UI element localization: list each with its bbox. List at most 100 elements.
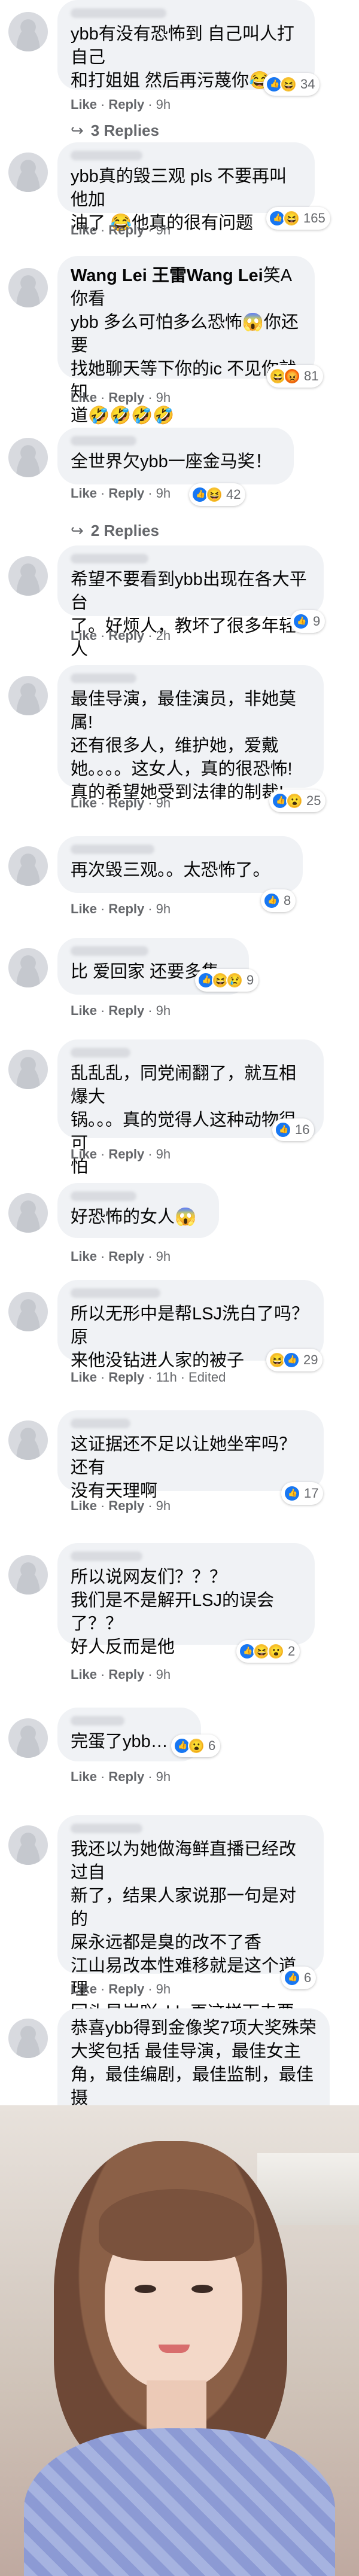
avatar[interactable] xyxy=(8,1718,48,1758)
reaction-summary[interactable]: 6 xyxy=(281,1967,317,1989)
reaction-summary[interactable]: 16 xyxy=(272,1118,315,1141)
comment-time[interactable]: 9h xyxy=(156,1498,171,1513)
reaction-summary[interactable]: 9 xyxy=(195,969,259,992)
comment-time[interactable]: 9h xyxy=(156,97,171,112)
author-name-blurred xyxy=(71,1048,130,1057)
comment-time[interactable]: 9h xyxy=(156,222,171,237)
reply-link[interactable]: Reply xyxy=(108,1003,144,1018)
separator: · xyxy=(148,1769,153,1784)
separator: · xyxy=(148,390,153,405)
reply-link[interactable]: Reply xyxy=(108,390,144,405)
avatar[interactable] xyxy=(8,1050,48,1089)
like-link[interactable]: Like xyxy=(71,1498,97,1513)
avatar[interactable] xyxy=(8,153,48,192)
reply-link[interactable]: Reply xyxy=(108,1249,144,1264)
author-name-blurred xyxy=(71,1716,124,1726)
like-link[interactable]: Like xyxy=(71,390,97,405)
author-name-blurred xyxy=(71,1191,136,1201)
reply-link[interactable]: Reply xyxy=(108,1981,144,1996)
reaction-summary[interactable]: 8 xyxy=(261,889,296,912)
like-link[interactable]: Like xyxy=(71,1370,97,1385)
like-reaction-icon xyxy=(284,1485,300,1502)
avatar[interactable] xyxy=(8,2019,48,2058)
reply-link[interactable]: Reply xyxy=(108,1370,144,1385)
comment-bubble: Wang Lei 王雷Wang Lei笑A你看 ybb 多么可怕多么恐怖😱你还要… xyxy=(57,256,315,425)
reaction-summary[interactable]: 165 xyxy=(266,207,330,230)
reply-link[interactable]: Reply xyxy=(108,486,144,501)
reaction-summary[interactable]: 34 xyxy=(263,73,320,96)
view-replies-link[interactable]: ↪ 2 Replies xyxy=(71,522,159,540)
comment-time[interactable]: 9h xyxy=(156,1249,171,1264)
like-link[interactable]: Like xyxy=(71,1769,97,1784)
like-link[interactable]: Like xyxy=(71,97,97,112)
comment-time[interactable]: 9h xyxy=(156,1147,171,1162)
reply-link[interactable]: Reply xyxy=(108,222,144,237)
like-link[interactable]: Like xyxy=(71,1981,97,1996)
avatar[interactable] xyxy=(8,438,48,477)
post-photo[interactable] xyxy=(0,2105,359,2576)
avatar[interactable] xyxy=(8,1420,48,1460)
avatar[interactable] xyxy=(8,948,48,987)
like-link[interactable]: Like xyxy=(71,1003,97,1018)
separator: · xyxy=(101,1147,105,1162)
reply-link[interactable]: Reply xyxy=(108,795,144,810)
author-name[interactable]: Wang Lei 王雷Wang Lei xyxy=(71,266,263,285)
comment-bubble: 希望不要看到ybb出现在各大平台 了。好烦人，教坏了很多年轻人 xyxy=(57,545,324,659)
avatar[interactable] xyxy=(8,556,48,596)
reaction-summary[interactable]: 29 xyxy=(266,1349,323,1371)
like-link[interactable]: Like xyxy=(71,1667,97,1682)
like-link[interactable]: Like xyxy=(71,1147,97,1162)
reply-link[interactable]: Reply xyxy=(108,1147,144,1162)
reaction-summary[interactable]: 9 xyxy=(290,610,325,633)
reply-link[interactable]: Reply xyxy=(108,1769,144,1784)
like-link[interactable]: Like xyxy=(71,1249,97,1264)
comment-time[interactable]: 11h xyxy=(156,1370,177,1385)
reaction-count: 8 xyxy=(284,893,291,908)
avatar[interactable] xyxy=(8,1292,48,1331)
reaction-summary[interactable]: 81 xyxy=(267,365,324,388)
reaction-summary[interactable]: 2 xyxy=(236,1640,300,1663)
comment-time[interactable]: 9h xyxy=(156,1769,171,1784)
wow-reaction-icon xyxy=(188,1737,205,1754)
separator: · xyxy=(148,1003,153,1018)
photo-dress xyxy=(24,2428,335,2576)
reaction-summary[interactable]: 6 xyxy=(171,1734,221,1757)
reaction-summary[interactable]: 42 xyxy=(189,483,246,506)
comment-actions: Like · Reply · 9h xyxy=(71,901,171,917)
reply-link[interactable]: Reply xyxy=(108,97,144,112)
view-replies-link[interactable]: ↪ 3 Replies xyxy=(71,121,159,140)
comment-time[interactable]: 9h xyxy=(156,1981,171,1996)
comment-time[interactable]: 9h xyxy=(156,1003,171,1018)
avatar[interactable] xyxy=(8,268,48,307)
reply-link[interactable]: Reply xyxy=(108,901,144,916)
like-link[interactable]: Like xyxy=(71,222,97,237)
comment-time[interactable]: 9h xyxy=(156,390,171,405)
comment-time[interactable]: 9h xyxy=(156,795,171,810)
like-link[interactable]: Like xyxy=(71,628,97,643)
reaction-summary[interactable]: 17 xyxy=(281,1482,324,1505)
like-link[interactable]: Like xyxy=(71,795,97,810)
comment-time[interactable]: 2h xyxy=(156,628,171,643)
avatar[interactable] xyxy=(8,1555,48,1595)
avatar[interactable] xyxy=(8,1193,48,1233)
separator: · xyxy=(148,1370,153,1385)
reaction-count: 25 xyxy=(306,793,321,808)
reaction-summary[interactable]: 25 xyxy=(269,789,326,812)
avatar[interactable] xyxy=(8,1825,48,1865)
avatar[interactable] xyxy=(8,12,48,51)
like-link[interactable]: Like xyxy=(71,901,97,916)
comment-time[interactable]: 9h xyxy=(156,1667,171,1682)
reaction-count: 16 xyxy=(295,1122,310,1137)
separator: · xyxy=(101,1498,105,1513)
comment-time[interactable]: 9h xyxy=(156,486,171,501)
like-link[interactable]: Like xyxy=(71,486,97,501)
reply-link[interactable]: Reply xyxy=(108,1498,144,1513)
reply-link[interactable]: Reply xyxy=(108,1667,144,1682)
comment-time[interactable]: 9h xyxy=(156,901,171,916)
comment-actions: Like · Reply · 9h xyxy=(71,795,171,811)
edited-label[interactable]: Edited xyxy=(188,1370,226,1385)
avatar[interactable] xyxy=(8,676,48,715)
reply-link[interactable]: Reply xyxy=(108,628,144,643)
author-name-blurred xyxy=(71,946,148,956)
avatar[interactable] xyxy=(8,846,48,886)
